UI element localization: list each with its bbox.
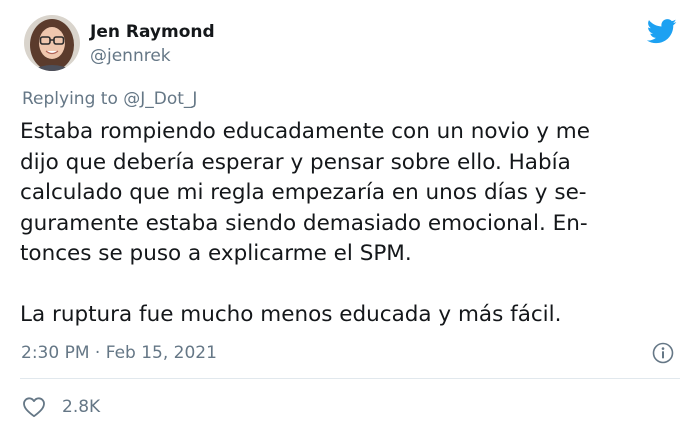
reply-mention-link[interactable]: @J_Dot_J [123,89,197,109]
info-icon[interactable] [652,342,674,364]
avatar[interactable] [24,15,80,71]
tweet-text: Estaba rompiendo educadamente con un nov… [20,117,680,331]
tweet-date[interactable]: Feb 15, 2021 [106,343,217,363]
tweet-line: Estaba rompiendo educadamente con un nov… [20,119,590,144]
tweet-line: dijo que debería esperar y pensar sobre … [20,149,571,175]
author-handle[interactable]: @jennrek [90,46,171,66]
reply-prefix: Replying to [22,89,118,109]
like-count: 2.8K [62,397,101,417]
meta-separator: · [94,343,101,363]
divider [20,378,680,379]
tweet-line: guramente estaba siendo demasiado emocio… [20,210,588,236]
tweet-time[interactable]: 2:30 PM [21,343,90,363]
tweet-timestamp[interactable]: 2:30 PM · Feb 15, 2021 [21,343,217,363]
tweet-line: tonces se puso a explicarme el SPM. [20,241,412,266]
twitter-bird-icon[interactable] [646,19,677,44]
reply-context: Replying to @J_Dot_J [22,89,197,109]
like-action[interactable]: 2.8K [22,394,100,420]
tweet-line: La ruptura fue mucho menos educada y más… [20,302,562,327]
tweet-line: calculado que mi regla empezaría en unos… [20,180,587,205]
author-name[interactable]: Jen Raymond [90,22,215,42]
heart-icon[interactable] [22,396,46,418]
tweet-card: Jen Raymond @jennrek Replying to @J_Dot_… [0,0,700,433]
